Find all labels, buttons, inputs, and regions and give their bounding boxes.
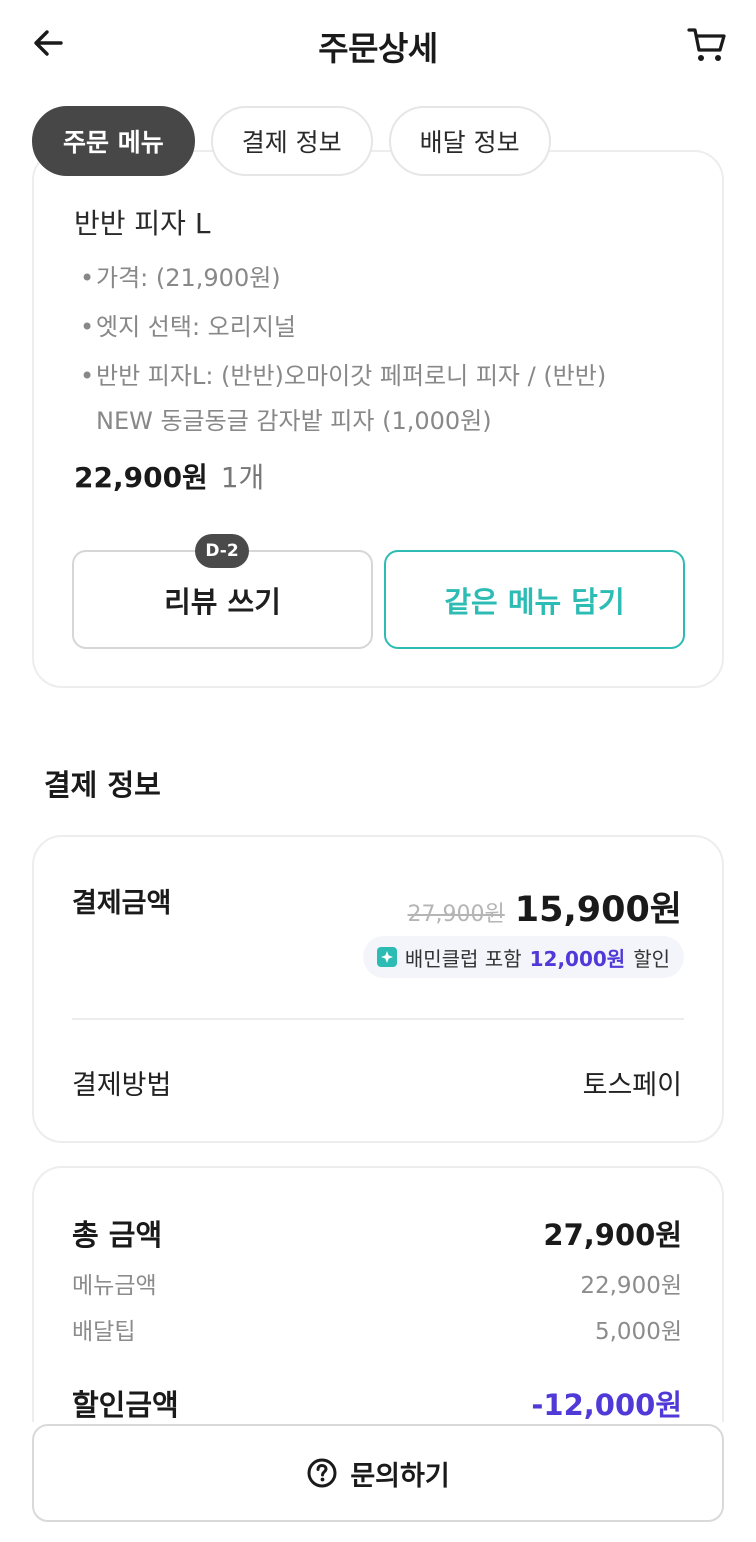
payment-amounts: 27,900원 15,900원	[408, 881, 682, 932]
header: 주문상세	[0, 0, 756, 88]
tab-order-menu[interactable]: 주문 메뉴	[32, 106, 195, 176]
payment-method-label: 결제방법	[72, 1070, 172, 1101]
total-value: 27,900원	[543, 1218, 682, 1252]
club-text-prefix: 배민클럽 포함	[404, 946, 522, 971]
inquiry-button[interactable]: 문의하기	[32, 1424, 724, 1522]
discount-value: -12,000원	[531, 1388, 682, 1422]
menu-name: 반반 피자 L	[74, 207, 211, 240]
item-quantity: 1개	[220, 461, 265, 494]
menu-amount-label: 메뉴금액	[72, 1273, 157, 1299]
original-price: 27,900원	[407, 902, 505, 927]
cart-icon	[687, 28, 726, 61]
option-edge: • 엣지 선택: 오리지널	[80, 313, 296, 341]
question-circle-icon	[307, 1458, 337, 1488]
club-discount-amount: 12,000원	[529, 946, 626, 971]
payment-card: 결제금액 27,900원 15,900원 배민클럽 포함 12,000원 할인 …	[32, 835, 724, 1143]
baemin-club-icon	[376, 947, 397, 967]
divider	[72, 1018, 684, 1020]
club-discount-pill: 배민클럽 포함 12,000원 할인	[362, 936, 684, 978]
club-text-suffix: 할인	[633, 946, 670, 971]
item-price-line: 22,900원 1개	[74, 456, 264, 496]
final-price: 15,900원	[514, 890, 682, 930]
delivery-tip-label: 배달팁	[72, 1319, 136, 1345]
option-half-pizza: • 반반 피자L: (반반)오마이갓 페퍼로니 피자 / (반반) NEW 동글동…	[80, 362, 607, 435]
item-price: 22,900원	[74, 461, 208, 494]
discount-label: 할인금액	[72, 1388, 179, 1422]
page-title: 주문상세	[318, 29, 438, 68]
delivery-tip-value: 5,000원	[594, 1319, 682, 1345]
bottom-bar: 문의하기	[0, 1422, 756, 1542]
tab-payment-info[interactable]: 결제 정보	[210, 106, 373, 176]
total-row: 총 금액 27,900원	[72, 1212, 682, 1254]
delivery-tip-row: 배달팁 5,000원	[72, 1312, 682, 1346]
tab-bar: 주문 메뉴 결제 정보 배달 정보	[32, 106, 551, 176]
total-label: 총 금액	[72, 1218, 163, 1252]
menu-amount-value: 22,900원	[580, 1273, 682, 1299]
inquiry-label: 문의하기	[350, 1460, 450, 1492]
order-item-card: 반반 피자 L • 가격: (21,900원) • 엣지 선택: 오리지널 • 반반 …	[32, 150, 724, 688]
totals-card: 총 금액 27,900원 메뉴금액 22,900원 배달팁 5,000원 할인금…	[32, 1166, 724, 1456]
review-deadline-badge: D-2	[195, 534, 249, 568]
payment-method-value: 토스페이	[582, 1070, 682, 1101]
tab-delivery-info[interactable]: 배달 정보	[388, 106, 551, 176]
discount-row: 할인금액 -12,000원	[72, 1382, 682, 1424]
option-price: • 가격: (21,900원)	[80, 264, 281, 292]
cart-button[interactable]	[682, 22, 732, 68]
add-same-menu-button[interactable]: 같은 메뉴 담기	[384, 550, 685, 649]
payment-amount-label: 결제금액	[72, 888, 172, 919]
menu-amount-row: 메뉴금액 22,900원	[72, 1266, 682, 1300]
payment-section-title: 결제 정보	[44, 768, 161, 802]
